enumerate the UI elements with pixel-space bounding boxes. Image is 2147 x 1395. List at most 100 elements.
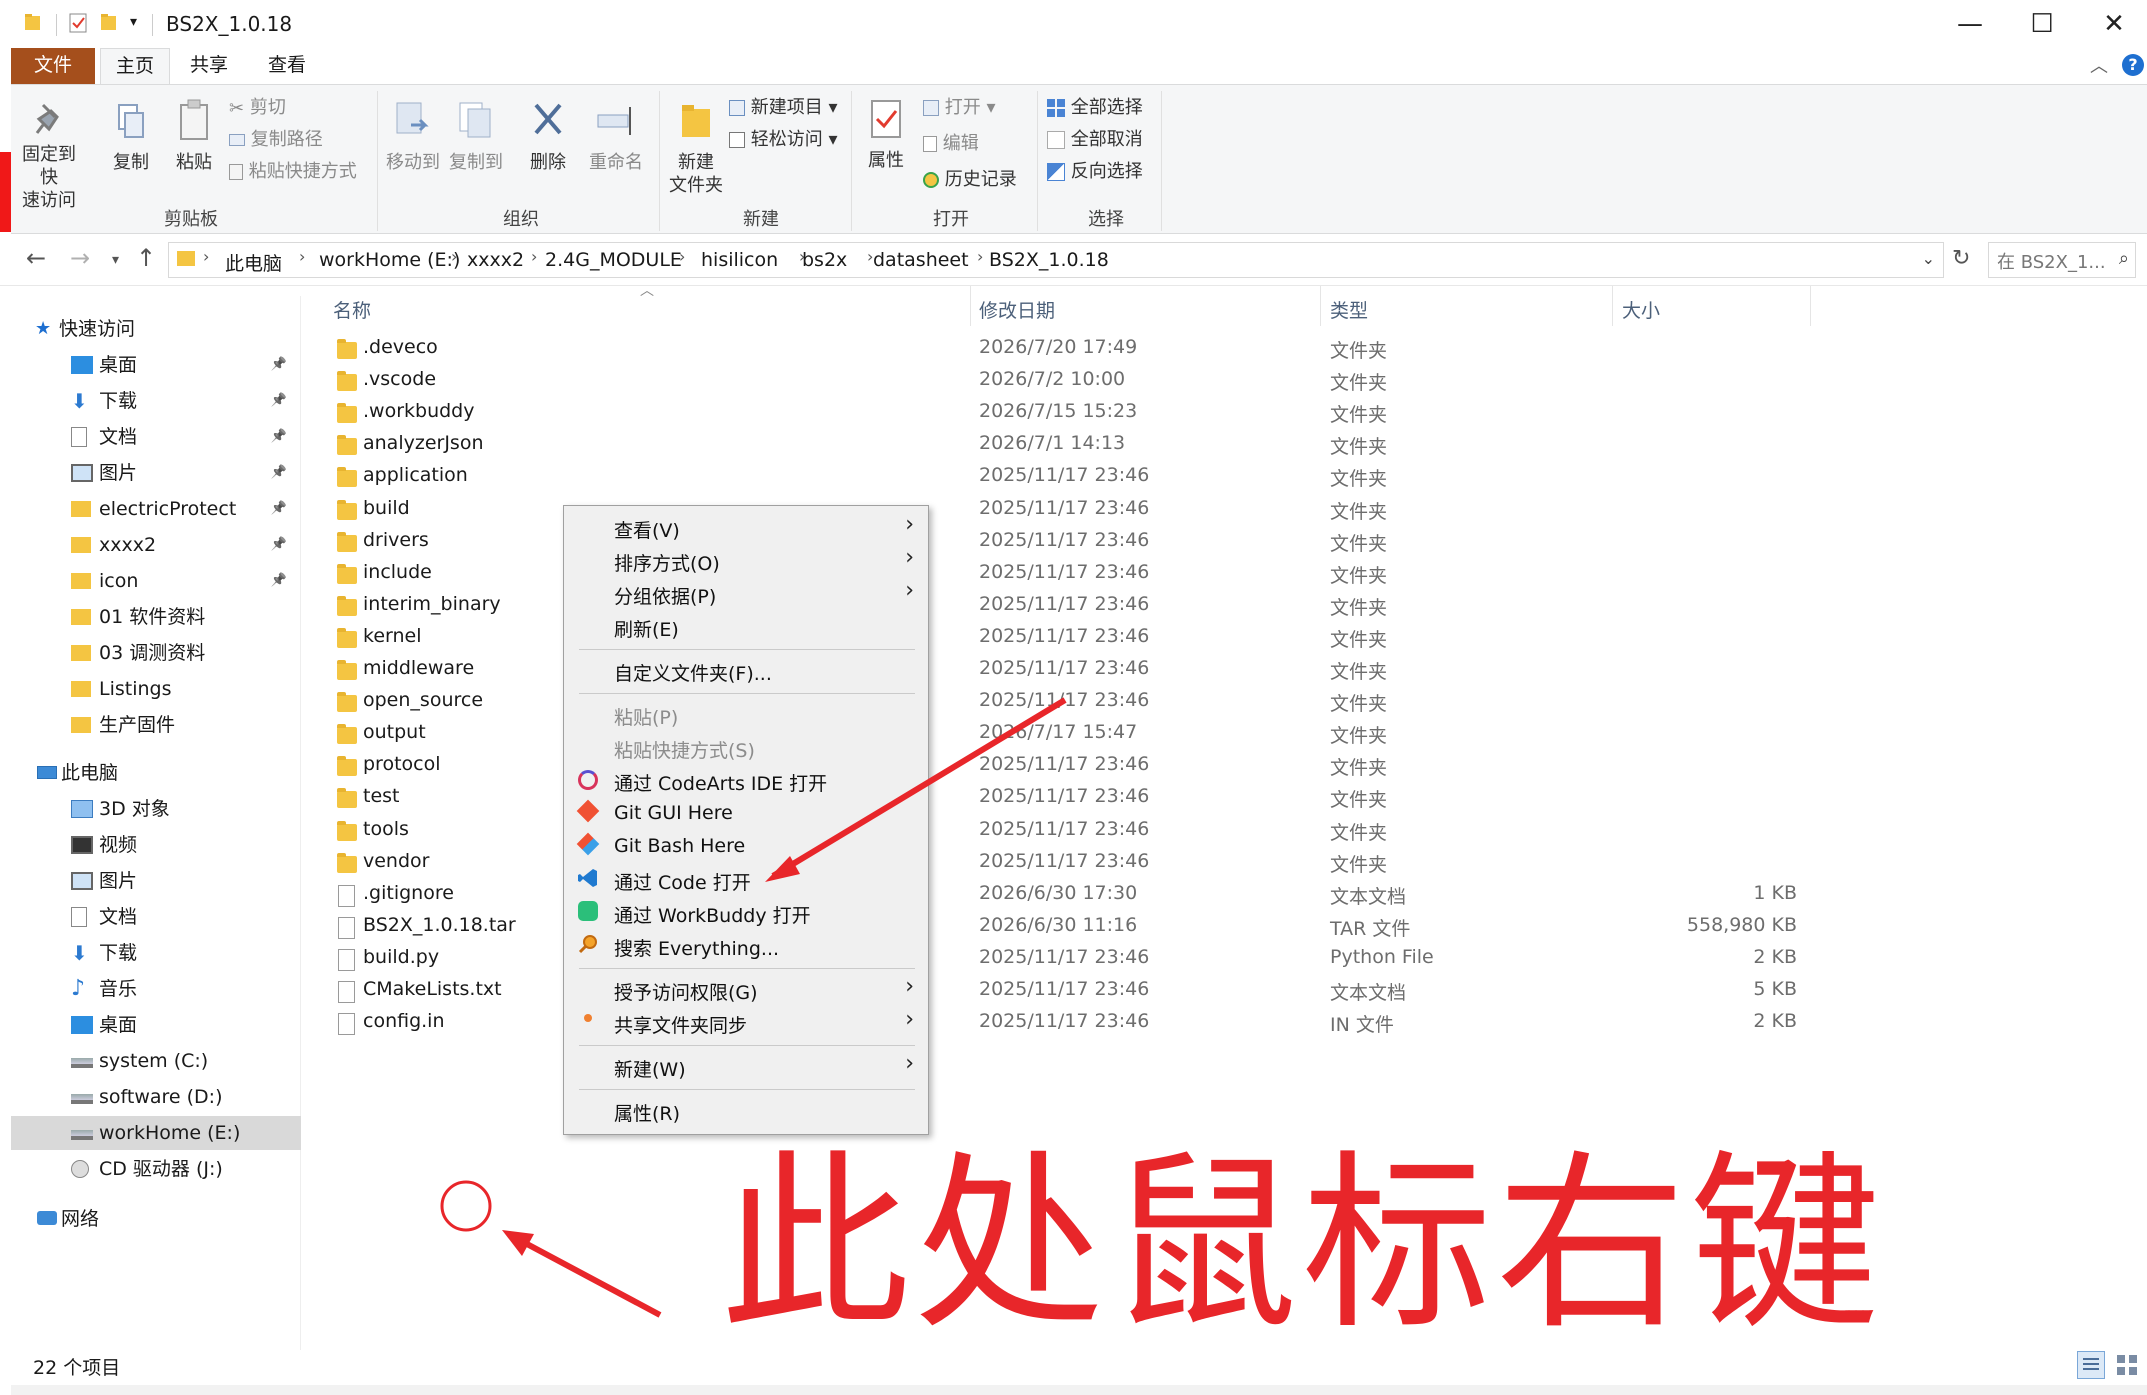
file-row[interactable]: .vscode 2026/7/2 10:00 文件夹 (0, 368, 1797, 400)
file-name: middleware (363, 657, 475, 679)
back-arrow-icon[interactable]: ← (26, 244, 46, 272)
file-size: 1 KB (1753, 881, 1797, 904)
menu-item-view[interactable]: 查看(V) (614, 516, 680, 543)
new-folder-button[interactable]: 新建 文件夹 (661, 99, 731, 197)
folder-icon (337, 403, 357, 424)
menu-item-paste-shortcut[interactable]: 粘贴快捷方式(S) (614, 736, 755, 763)
history-button[interactable]: 历史记录 (923, 165, 1017, 191)
file-date: 2025/11/17 23:46 (979, 817, 1150, 840)
menu-item-everything[interactable]: 搜索 Everything... (614, 934, 779, 961)
minimize-button[interactable]: — (1940, 6, 2000, 42)
paste-button[interactable]: 粘贴 (169, 97, 219, 174)
rename-button[interactable]: 重命名 (581, 99, 651, 174)
customize-qat-icon[interactable]: ▾ (130, 14, 137, 30)
address-dropdown-icon[interactable]: ⌄ (1922, 249, 1935, 268)
tab-view[interactable]: 查看 (254, 48, 320, 84)
easy-access-button[interactable]: 轻松访问 ▾ (729, 125, 838, 151)
crumb-this-pc[interactable]: 此电脑 (225, 249, 282, 276)
folder-icon (337, 756, 357, 777)
column-header-name[interactable]: 名称 (333, 296, 371, 323)
file-name: drivers (363, 528, 429, 551)
menu-item-codearts[interactable]: 通过 CodeArts IDE 打开 (614, 769, 827, 796)
recent-locations-icon[interactable]: ▾ (112, 252, 119, 268)
column-header-type[interactable]: 类型 (1330, 296, 1368, 323)
menu-item-new[interactable]: 新建(W) (614, 1055, 686, 1082)
tab-home[interactable]: 主页 (100, 48, 170, 84)
collapse-ribbon-icon[interactable]: ︿ (2090, 52, 2108, 78)
select-none-button[interactable]: 全部取消 (1047, 125, 1143, 151)
crumb-drive[interactable]: workHome (E:) (319, 249, 460, 271)
up-arrow-icon[interactable]: ↑ (136, 244, 156, 272)
help-icon[interactable]: ? (2122, 54, 2144, 76)
menu-item-paste[interactable]: 粘贴(P) (614, 703, 678, 730)
invert-selection-button[interactable]: 反向选择 (1047, 157, 1143, 183)
column-header-date[interactable]: 修改日期 (979, 296, 1055, 323)
menu-item-grant-access[interactable]: 授予访问权限(G) (614, 978, 758, 1005)
file-name: config.in (363, 1010, 445, 1033)
crumb-module[interactable]: 2.4G_MODULE (545, 249, 682, 271)
file-row[interactable]: .workbuddy 2026/7/15 15:23 文件夹 (0, 400, 1797, 432)
file-size: 2 KB (1753, 945, 1797, 968)
large-icons-view-icon[interactable] (2115, 1353, 2139, 1377)
menu-item-workbuddy[interactable]: 通过 WorkBuddy 打开 (614, 901, 811, 928)
sidebar-item-pc[interactable]: software (D:) (49, 1080, 301, 1114)
refresh-icon[interactable]: ↻ (1952, 246, 1970, 271)
file-row[interactable]: application 2025/11/17 23:46 文件夹 (0, 464, 1797, 496)
new-item-button[interactable]: 新建项目 ▾ (729, 93, 838, 119)
crumb-current[interactable]: BS2X_1.0.18 (989, 249, 1109, 271)
menu-item-git-bash[interactable]: Git Bash Here (614, 835, 745, 857)
pin-quick-access-button[interactable]: 固定到快 速访问 (19, 101, 79, 212)
copy-to-button[interactable]: 复制到 (446, 99, 506, 174)
tab-share[interactable]: 共享 (176, 48, 242, 84)
file-row[interactable]: .deveco 2026/7/20 17:49 文件夹 (0, 336, 1797, 368)
folder-icon (337, 371, 357, 392)
menu-item-sort[interactable]: 排序方式(O) (614, 549, 720, 576)
file-row[interactable]: analyzerJson 2026/7/1 14:13 文件夹 (0, 432, 1797, 464)
menu-item-refresh[interactable]: 刷新(E) (614, 615, 679, 642)
crumb-hisilicon[interactable]: hisilicon (701, 249, 778, 271)
file-icon (338, 948, 355, 971)
menu-item-git-gui[interactable]: Git GUI Here (614, 802, 733, 824)
menu-item-vscode[interactable]: 通过 Code 打开 (614, 868, 751, 895)
history-icon (923, 172, 939, 188)
crumb-bs2x[interactable]: bs2x (802, 249, 847, 271)
group-label-organize: 组织 (503, 209, 539, 230)
menu-item-group[interactable]: 分组依据(P) (614, 582, 716, 609)
open-button[interactable]: 打开 ▾ (923, 93, 996, 119)
close-button[interactable]: ✕ (2084, 6, 2144, 42)
sidebar-item-pc[interactable]: workHome (E:) (11, 1116, 301, 1150)
properties-icon[interactable] (68, 12, 88, 39)
column-header-size[interactable]: 大小 (1622, 296, 1660, 323)
folder-icon (337, 531, 357, 552)
search-input[interactable]: 在 BS2X_1... ⌕ (1988, 242, 2136, 278)
file-date: 2025/11/17 23:46 (979, 624, 1150, 647)
properties-button[interactable]: 属性 (861, 97, 911, 172)
menu-item-sync[interactable]: 共享文件夹同步 (614, 1011, 747, 1038)
tab-file[interactable]: 文件 (11, 48, 95, 84)
menu-item-properties[interactable]: 属性(R) (614, 1099, 680, 1126)
folder-icon (337, 724, 357, 745)
easy-access-icon (729, 132, 745, 148)
move-to-button[interactable]: 移动到 (383, 99, 443, 174)
copy-button[interactable]: 复制 (106, 101, 156, 174)
cut-button[interactable]: ✂ 剪切 (229, 93, 286, 119)
folder-icon (337, 692, 357, 713)
maximize-button[interactable]: ☐ (2012, 6, 2072, 42)
menu-item-customize[interactable]: 自定义文件夹(F)... (614, 659, 772, 686)
details-view-icon[interactable] (2077, 1351, 2105, 1379)
sidebar-item-pc[interactable]: system (C:) (49, 1044, 301, 1078)
crumb-xxxx2[interactable]: xxxx2 (467, 249, 524, 271)
new-folder-icon[interactable] (100, 12, 118, 37)
network-icon (37, 1211, 57, 1225)
edit-button[interactable]: 编辑 (923, 129, 979, 155)
copy-path-button[interactable]: 复制路径 (229, 125, 323, 151)
sidebar-network[interactable]: 网络 (37, 1202, 99, 1236)
crumb-datasheet[interactable]: datasheet (873, 249, 969, 271)
sidebar-item-pc[interactable]: CD 驱动器 (J:) (49, 1152, 301, 1186)
drive-icon (71, 1130, 93, 1140)
paste-shortcut-button[interactable]: 粘贴快捷方式 (229, 157, 357, 183)
delete-button[interactable]: 删除 (523, 99, 573, 174)
select-all-button[interactable]: 全部选择 (1047, 93, 1143, 119)
forward-arrow-icon[interactable]: → (70, 244, 90, 272)
address-box[interactable]: › 此电脑 › workHome (E:) › xxxx2 › 2.4G_MOD… (168, 242, 1944, 278)
